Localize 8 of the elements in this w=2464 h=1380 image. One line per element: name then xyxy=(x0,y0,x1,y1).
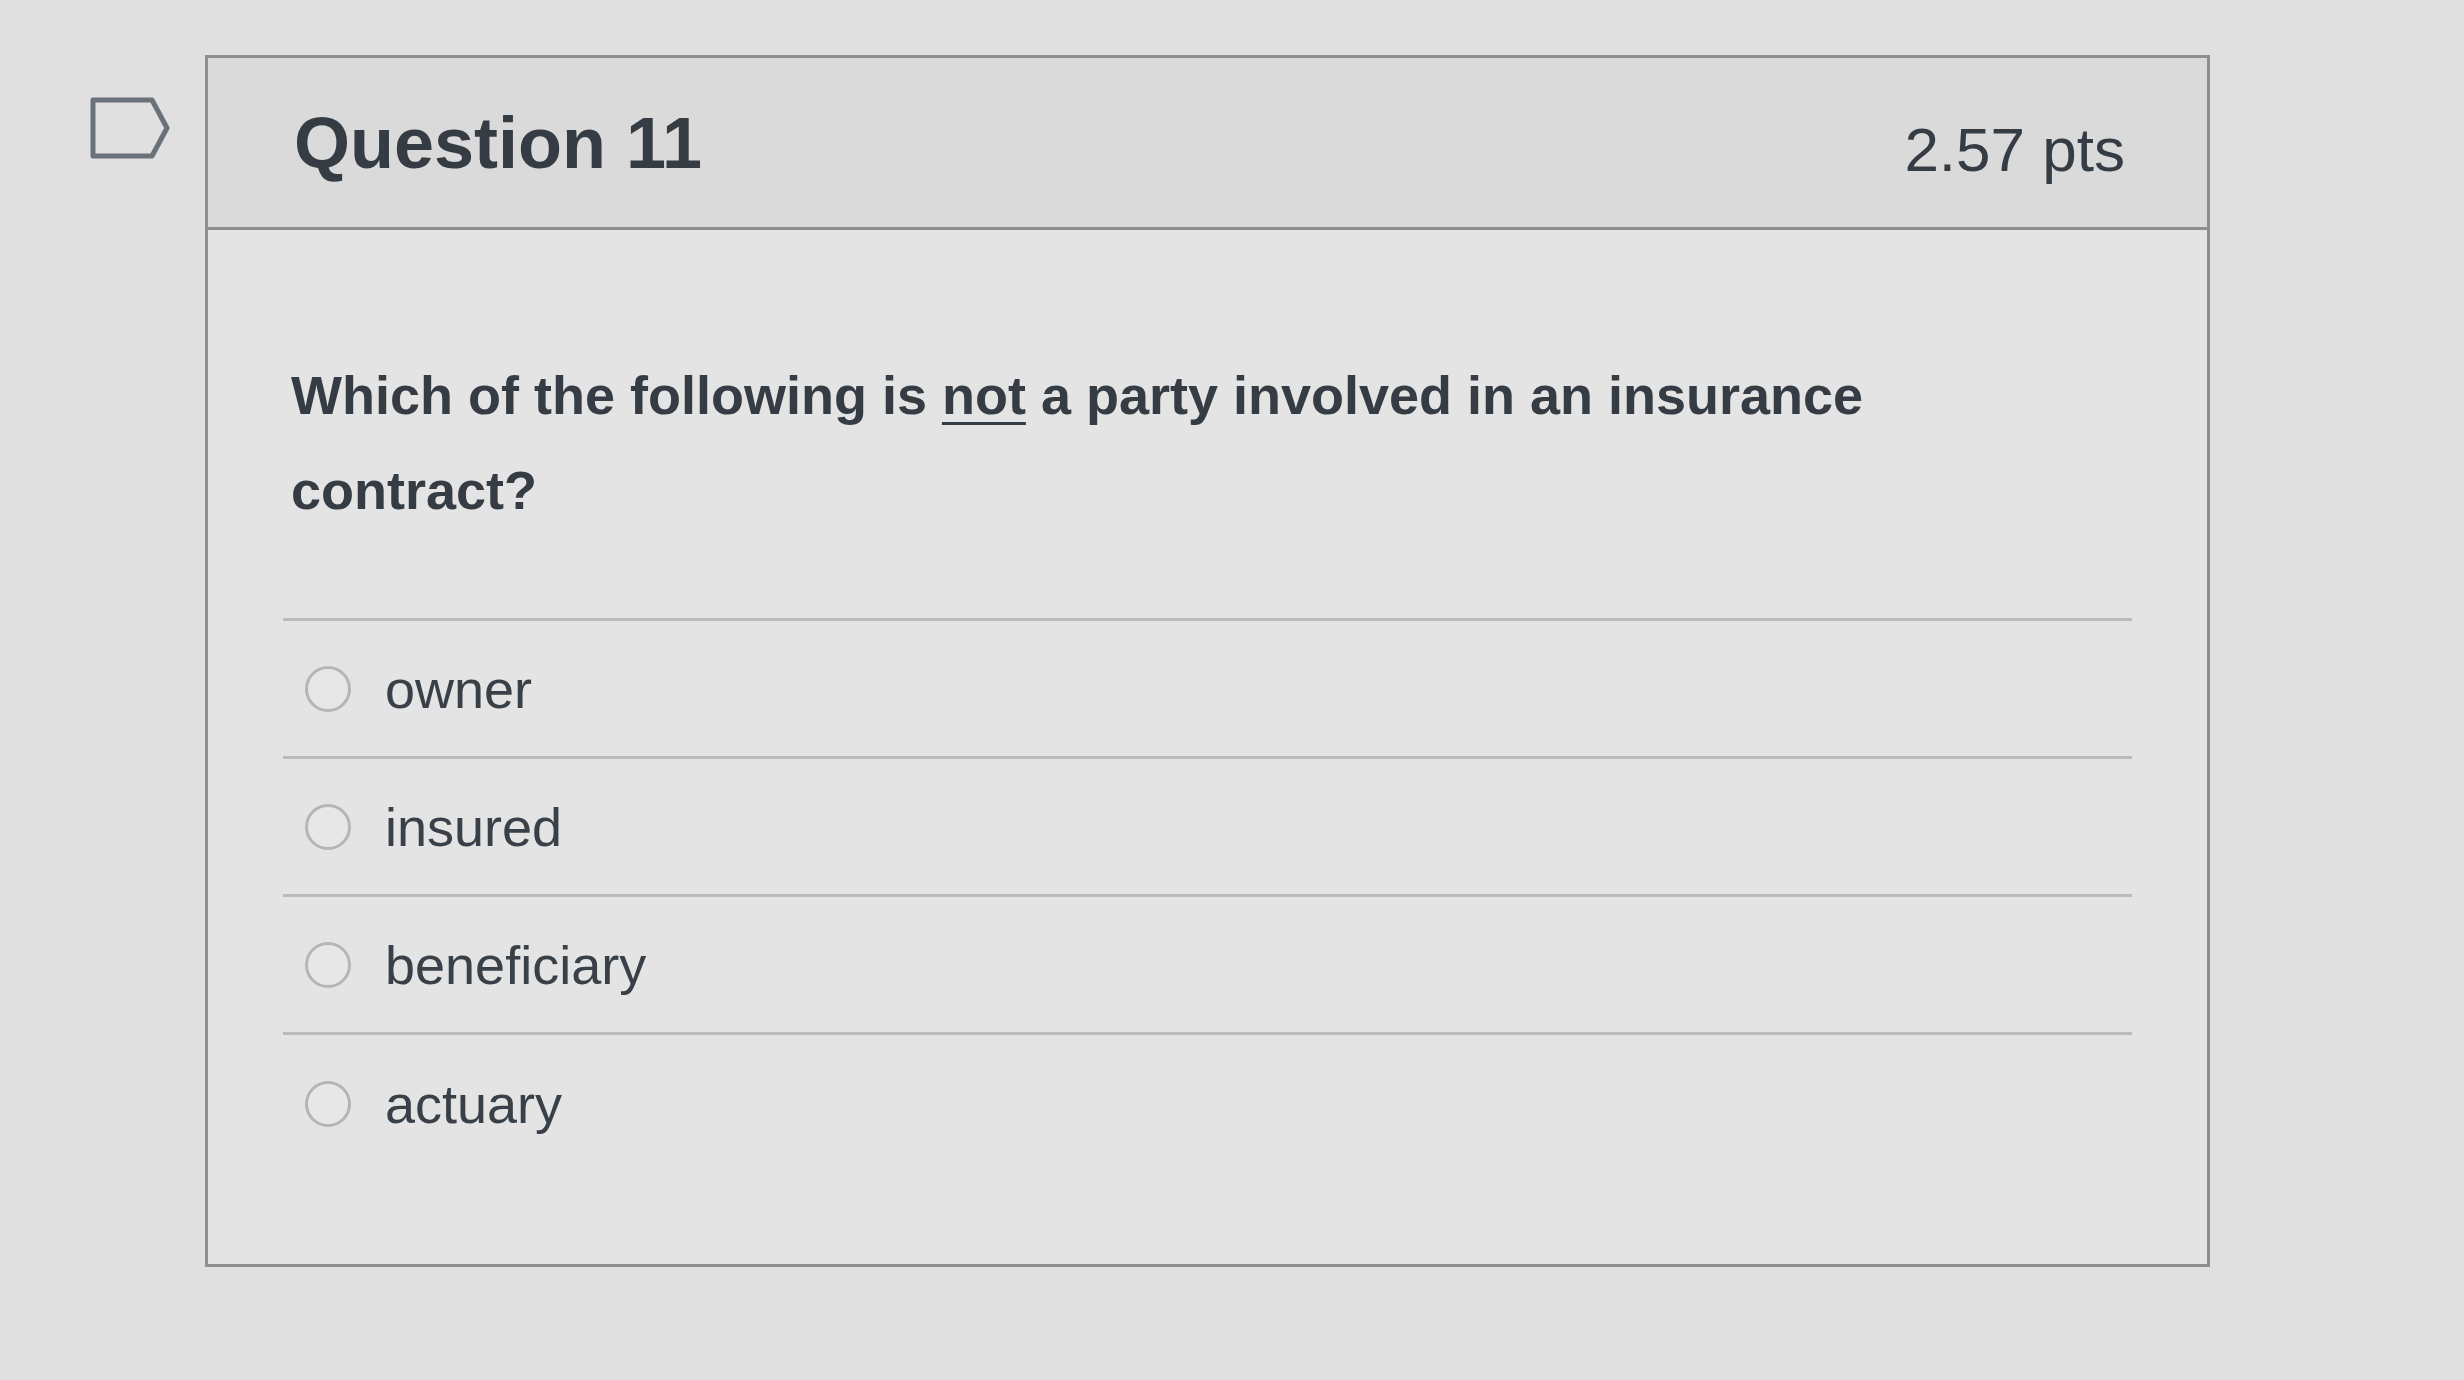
radio-button[interactable] xyxy=(305,665,351,712)
answer-option-label[interactable]: owner xyxy=(385,661,533,716)
tag-icon[interactable] xyxy=(90,97,170,159)
radio-button[interactable] xyxy=(305,1081,351,1127)
radio-button[interactable] xyxy=(305,941,351,988)
answer-option-label[interactable]: insured xyxy=(385,799,563,854)
question-text: Which of the following is not a party involved in an insurance contract? xyxy=(290,364,1865,522)
radio-button[interactable] xyxy=(305,803,351,850)
